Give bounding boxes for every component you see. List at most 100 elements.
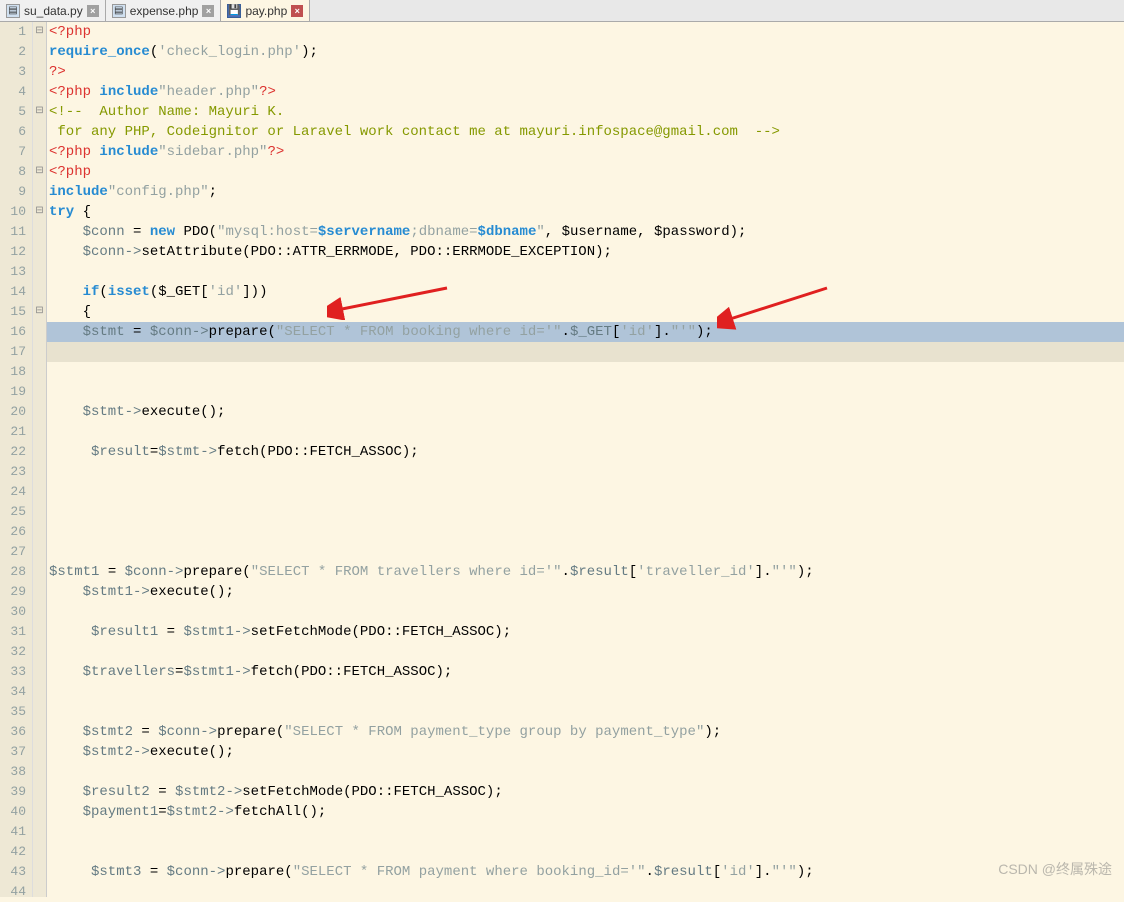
line-number: 32 [0, 642, 26, 662]
line-number: 15 [0, 302, 26, 322]
line-number: 31 [0, 622, 26, 642]
fold-marker[interactable]: ⊟ [33, 22, 46, 42]
close-icon[interactable]: × [291, 5, 303, 17]
fold-marker [33, 442, 46, 462]
tab-su-data[interactable]: ▤ su_data.py × [0, 0, 106, 21]
fold-marker [33, 802, 46, 822]
fold-marker [33, 382, 46, 402]
tab-label: su_data.py [24, 4, 83, 18]
fold-marker [33, 182, 46, 202]
fold-marker [33, 662, 46, 682]
line-number: 37 [0, 742, 26, 762]
fold-marker [33, 522, 46, 542]
line-number: 5 [0, 102, 26, 122]
tab-label: expense.php [130, 4, 199, 18]
line-number: 35 [0, 702, 26, 722]
cursor-line [47, 342, 1124, 362]
fold-marker [33, 822, 46, 842]
line-number: 44 [0, 882, 26, 902]
line-number: 19 [0, 382, 26, 402]
line-number: 27 [0, 542, 26, 562]
fold-marker [33, 762, 46, 782]
line-number: 11 [0, 222, 26, 242]
fold-marker[interactable]: ⊟ [33, 102, 46, 122]
fold-marker [33, 582, 46, 602]
line-number: 21 [0, 422, 26, 442]
line-number: 9 [0, 182, 26, 202]
line-number: 1 [0, 22, 26, 42]
fold-marker [33, 702, 46, 722]
tab-bar: ▤ su_data.py × ▤ expense.php × 💾 pay.php… [0, 0, 1124, 22]
fold-marker [33, 462, 46, 482]
line-number: 16 [0, 322, 26, 342]
line-number: 24 [0, 482, 26, 502]
fold-marker [33, 142, 46, 162]
fold-marker [33, 42, 46, 62]
file-icon: ▤ [112, 4, 126, 18]
editor-area: 1234567891011121314151617181920212223242… [0, 22, 1124, 897]
line-number: 29 [0, 582, 26, 602]
line-number: 14 [0, 282, 26, 302]
line-number: 22 [0, 442, 26, 462]
fold-marker [33, 862, 46, 882]
fold-marker [33, 682, 46, 702]
line-number: 13 [0, 262, 26, 282]
fold-marker [33, 622, 46, 642]
fold-marker [33, 362, 46, 382]
fold-marker[interactable]: ⊟ [33, 302, 46, 322]
line-number: 38 [0, 762, 26, 782]
line-number: 39 [0, 782, 26, 802]
fold-marker [33, 282, 46, 302]
fold-marker [33, 602, 46, 622]
line-number: 40 [0, 802, 26, 822]
tab-expense[interactable]: ▤ expense.php × [106, 0, 222, 21]
fold-marker[interactable]: ⊟ [33, 162, 46, 182]
fold-marker [33, 742, 46, 762]
file-icon: ▤ [6, 4, 20, 18]
line-number: 17 [0, 342, 26, 362]
line-number: 10 [0, 202, 26, 222]
fold-marker [33, 782, 46, 802]
fold-column: ⊟ ⊟ ⊟ ⊟ ⊟ [33, 22, 47, 897]
line-number: 8 [0, 162, 26, 182]
fold-marker [33, 222, 46, 242]
line-number: 4 [0, 82, 26, 102]
line-number: 43 [0, 862, 26, 882]
line-number: 2 [0, 42, 26, 62]
line-number: 20 [0, 402, 26, 422]
line-number: 23 [0, 462, 26, 482]
line-number: 30 [0, 602, 26, 622]
line-number: 34 [0, 682, 26, 702]
tab-label: pay.php [245, 4, 287, 18]
fold-marker [33, 502, 46, 522]
line-number: 42 [0, 842, 26, 862]
fold-marker [33, 82, 46, 102]
close-icon[interactable]: × [202, 5, 214, 17]
fold-marker [33, 642, 46, 662]
tab-pay[interactable]: 💾 pay.php × [221, 0, 310, 21]
fold-marker[interactable]: ⊟ [33, 202, 46, 222]
highlighted-line: $stmt = $conn->prepare("SELECT * FROM bo… [47, 322, 1124, 342]
fold-marker [33, 122, 46, 142]
fold-marker [33, 342, 46, 362]
fold-marker [33, 882, 46, 902]
fold-marker [33, 722, 46, 742]
close-icon[interactable]: × [87, 5, 99, 17]
fold-marker [33, 842, 46, 862]
line-number: 12 [0, 242, 26, 262]
line-number: 25 [0, 502, 26, 522]
line-number: 36 [0, 722, 26, 742]
line-number: 3 [0, 62, 26, 82]
fold-marker [33, 402, 46, 422]
fold-marker [33, 62, 46, 82]
code-area[interactable]: <?php require_once('check_login.php'); ?… [47, 22, 1124, 897]
line-number: 18 [0, 362, 26, 382]
fold-marker [33, 542, 46, 562]
line-number: 26 [0, 522, 26, 542]
fold-marker [33, 242, 46, 262]
fold-marker [33, 482, 46, 502]
line-number-gutter: 1234567891011121314151617181920212223242… [0, 22, 33, 897]
fold-marker [33, 322, 46, 342]
fold-marker [33, 422, 46, 442]
watermark: CSDN @终属殊途 [998, 859, 1112, 879]
